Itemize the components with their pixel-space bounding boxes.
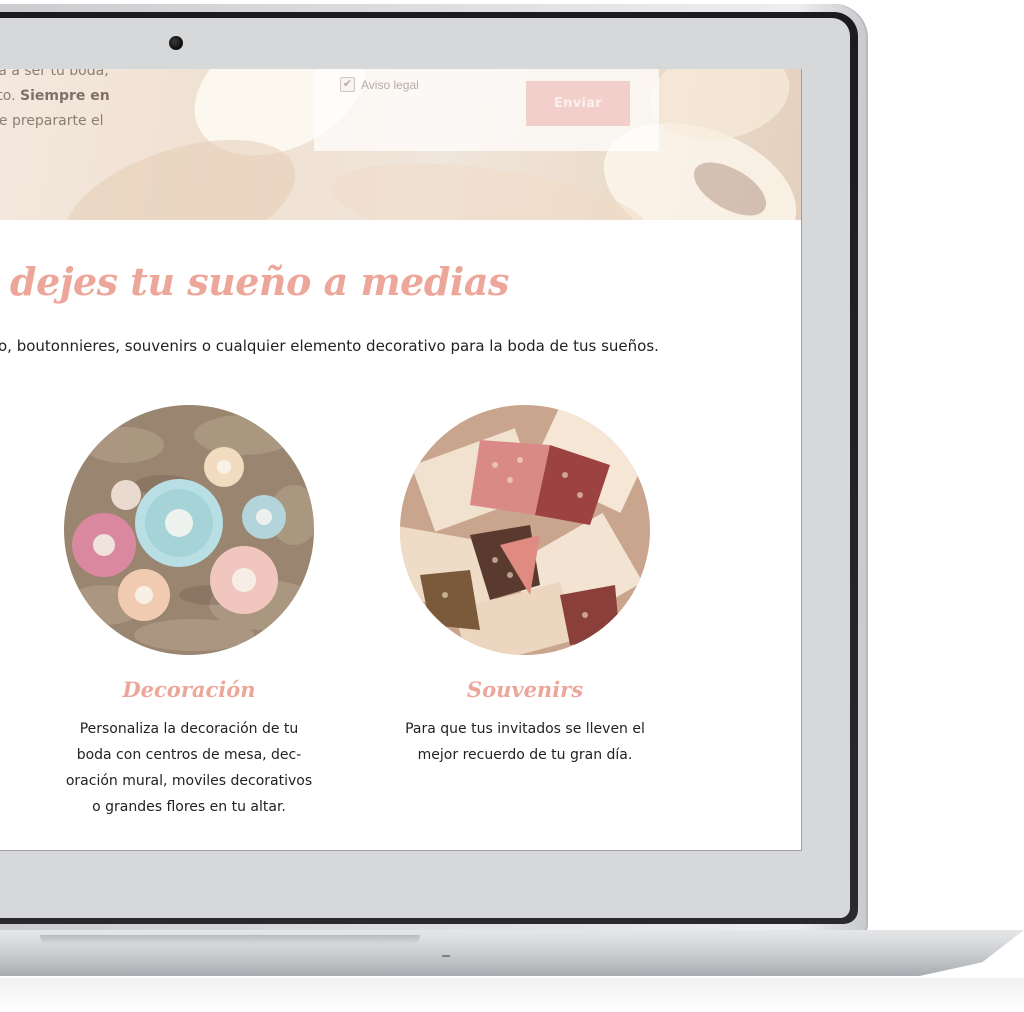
hero-text-line: de prepararte el bbox=[0, 113, 104, 129]
card-description: Personaliza la decoración de tu boda con… bbox=[65, 721, 313, 815]
webcam-icon bbox=[169, 36, 183, 50]
card-title: Souvenirs bbox=[466, 677, 584, 702]
card-title: Decoración bbox=[122, 677, 256, 702]
hero-intro-text: va a ser tu boda, sto. Siempre en de pre… bbox=[0, 69, 130, 134]
service-card-souvenirs: Souvenirs Para que tus invitados se llev… bbox=[400, 405, 650, 768]
send-button[interactable]: Enviar bbox=[526, 81, 630, 126]
legal-notice-label: Aviso legal bbox=[361, 77, 419, 92]
laptop-shadow bbox=[0, 978, 1024, 1012]
service-card-decoration: Decoración Personaliza la decoración de … bbox=[64, 405, 314, 820]
section-title: dejes tu sueño a medias bbox=[10, 259, 509, 304]
legal-checkbox[interactable]: ✔ bbox=[340, 77, 355, 92]
hero-banner: va a ser tu boda, sto. Siempre en de pre… bbox=[0, 69, 801, 220]
laptop-base-notch bbox=[442, 955, 450, 957]
browser-viewport: va a ser tu boda, sto. Siempre en de pre… bbox=[0, 69, 802, 851]
hero-text-line: va a ser tu boda, bbox=[0, 69, 109, 79]
souvenirs-photo bbox=[400, 405, 650, 655]
hero-text-line: sto. Siempre en bbox=[0, 88, 110, 104]
card-description: Para que tus invitados se lleven el mejo… bbox=[405, 721, 645, 763]
laptop-base-lip bbox=[40, 935, 420, 945]
decoration-photo bbox=[64, 405, 314, 655]
contact-form: ✔ Aviso legal Enviar bbox=[314, 69, 659, 151]
section-lead: o, boutonnieres, souvenirs o cualquier e… bbox=[0, 337, 659, 355]
legal-notice-field[interactable]: ✔ Aviso legal bbox=[340, 77, 419, 92]
